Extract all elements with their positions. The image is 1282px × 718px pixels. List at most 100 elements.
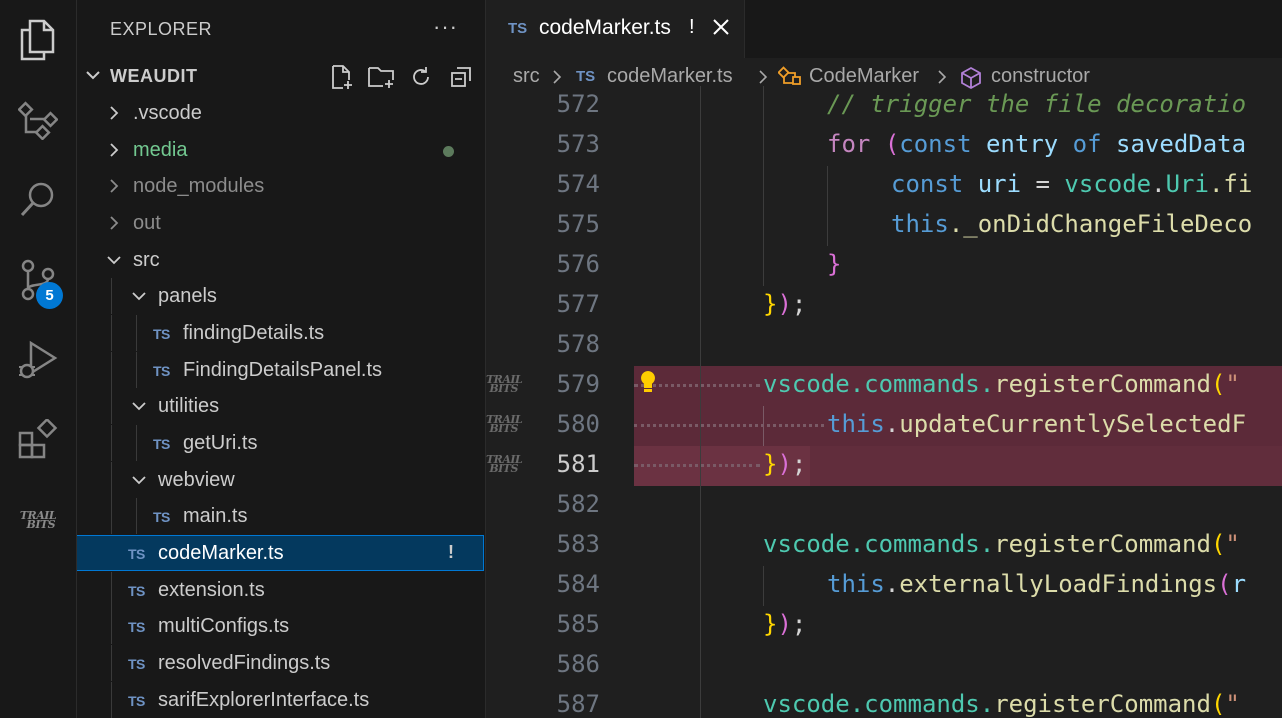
indent-guide bbox=[136, 315, 137, 351]
token: r bbox=[1231, 570, 1247, 598]
code-line-577: }); bbox=[763, 290, 806, 318]
tree-item-label: panels bbox=[158, 285, 217, 307]
tree-item-main[interactable]: TS main.ts bbox=[77, 498, 485, 534]
tree-item-vscode[interactable]: .vscode bbox=[77, 95, 485, 131]
tree-item-label: multiConfigs.ts bbox=[158, 615, 290, 637]
tree-item-utilities[interactable]: utilities bbox=[77, 388, 485, 424]
tree-item-panels[interactable]: panels bbox=[77, 278, 485, 314]
tab-codemarker[interactable]: TS codeMarker.ts ! bbox=[486, 0, 745, 58]
method-icon bbox=[961, 66, 981, 90]
token: ; bbox=[791, 450, 807, 478]
tree-item-src[interactable]: src bbox=[77, 242, 485, 278]
token: = bbox=[1035, 170, 1050, 198]
tree-item-webview[interactable]: webview bbox=[77, 462, 485, 498]
indent-guide bbox=[111, 645, 112, 681]
tree-item-media[interactable]: media bbox=[77, 132, 485, 168]
tree-item-extension[interactable]: TS extension.ts bbox=[77, 572, 485, 608]
line-number: 572 bbox=[556, 90, 600, 118]
token: .commands. bbox=[849, 690, 995, 718]
line-number: 585 bbox=[556, 610, 600, 638]
indent-guide bbox=[827, 166, 828, 246]
new-file-icon[interactable] bbox=[327, 63, 355, 91]
workspace-root[interactable]: WEAUDIT bbox=[77, 58, 485, 95]
indent-guide bbox=[136, 425, 137, 461]
tree-item-label: sarifExplorerInterface.ts bbox=[158, 689, 370, 711]
code-line-583: vscode.commands.registerCommand(" bbox=[763, 530, 1240, 558]
tree-item-findingdetails[interactable]: TS findingDetails.ts bbox=[77, 315, 485, 351]
tree-icon[interactable] bbox=[0, 90, 76, 150]
search-icon[interactable] bbox=[0, 170, 76, 230]
code-line-575: this._onDidChangeFileDeco bbox=[891, 210, 1252, 238]
chevron-right-icon bbox=[759, 70, 768, 84]
tree-item-findingdetailspanel[interactable]: TS FindingDetailsPanel.ts bbox=[77, 352, 485, 388]
chevron-right-icon bbox=[110, 179, 119, 193]
token: vscode bbox=[763, 370, 850, 398]
token: for bbox=[827, 130, 871, 158]
more-actions-icon[interactable]: ··· bbox=[433, 14, 458, 40]
tree-item-out[interactable]: out bbox=[77, 205, 485, 241]
new-folder-icon[interactable] bbox=[367, 63, 395, 91]
indent-guide bbox=[136, 498, 137, 534]
trailofbits-gutter-icon: TRAIL BITS bbox=[486, 413, 523, 435]
tree-item-label: utilities bbox=[158, 395, 220, 417]
typescript-file-icon: TS bbox=[153, 363, 170, 379]
token: " bbox=[1225, 530, 1240, 558]
token: entry bbox=[985, 130, 1059, 158]
typescript-file-icon: TS bbox=[576, 68, 596, 85]
breadcrumb-member[interactable]: constructor bbox=[991, 65, 1090, 88]
token: registerCommand bbox=[994, 370, 1211, 398]
extensions-icon[interactable] bbox=[0, 410, 76, 470]
token: . bbox=[884, 570, 900, 598]
code-area[interactable]: TRAIL BITS TRAIL BITS TRAIL BITS 572 573… bbox=[486, 86, 1282, 718]
tab-bar: TS codeMarker.ts ! bbox=[486, 0, 1282, 59]
breadcrumb-file[interactable]: codeMarker.ts bbox=[607, 65, 733, 88]
indent-guide bbox=[111, 682, 112, 718]
tree-item-multiconfigs[interactable]: TS multiConfigs.ts bbox=[77, 608, 485, 644]
tree-item-label: extension.ts bbox=[158, 579, 265, 601]
tree-item-label: getUri.ts bbox=[183, 432, 258, 454]
tree-item-label: FindingDetailsPanel.ts bbox=[183, 359, 382, 381]
indent-guide bbox=[763, 86, 764, 286]
token: vscode bbox=[763, 690, 850, 718]
typescript-file-icon: TS bbox=[128, 546, 145, 562]
token: Uri bbox=[1165, 170, 1209, 198]
breadcrumb-class[interactable]: CodeMarker bbox=[809, 65, 919, 88]
token: savedData bbox=[1116, 130, 1247, 158]
tree-item-resolvedfindings[interactable]: TS resolvedFindings.ts bbox=[77, 645, 485, 681]
typescript-file-icon: TS bbox=[153, 326, 170, 342]
chevron-down-icon bbox=[107, 256, 121, 265]
whitespace-markers bbox=[634, 424, 824, 430]
tree-item-label: out bbox=[133, 212, 161, 234]
explorer-title: EXPLORER bbox=[110, 19, 213, 39]
code-line-572: // trigger the file decoratio bbox=[827, 90, 1246, 118]
tree-item-sarifexplorerinterface[interactable]: TS sarifExplorerInterface.ts bbox=[77, 682, 485, 718]
line-number: 578 bbox=[556, 330, 600, 358]
tab-label: codeMarker.ts bbox=[539, 16, 671, 39]
line-number: 575 bbox=[556, 210, 600, 238]
tree-item-label: resolvedFindings.ts bbox=[158, 652, 331, 674]
close-icon[interactable] bbox=[710, 16, 732, 38]
token: ) bbox=[777, 610, 792, 638]
lightbulb-icon[interactable] bbox=[638, 369, 658, 395]
run-debug-icon[interactable] bbox=[0, 330, 76, 390]
line-number-current: 581 bbox=[556, 450, 600, 478]
tree-item-node-modules[interactable]: node_modules bbox=[77, 168, 485, 204]
code-line-576: } bbox=[827, 250, 841, 278]
typescript-file-icon: TS bbox=[128, 656, 145, 672]
collapse-all-icon[interactable] bbox=[447, 63, 475, 91]
chevron-down-icon bbox=[132, 402, 146, 411]
breadcrumb-folder[interactable]: src bbox=[513, 65, 540, 88]
tree-item-geturi[interactable]: TS getUri.ts bbox=[77, 425, 485, 461]
code-line-579: vscode.commands.registerCommand(" bbox=[763, 370, 1240, 398]
chevron-right-icon bbox=[553, 70, 562, 84]
indent-guide bbox=[111, 315, 112, 351]
trailofbits-icon[interactable]: TRAIL BITS bbox=[0, 490, 76, 550]
refresh-icon[interactable] bbox=[407, 63, 435, 91]
tree-item-label: media bbox=[133, 139, 188, 161]
token: const bbox=[891, 170, 964, 198]
indent-guide bbox=[136, 352, 137, 388]
explorer-icon[interactable] bbox=[0, 10, 76, 70]
token: " bbox=[1225, 690, 1240, 718]
indent-guide bbox=[111, 425, 112, 461]
tree-item-codemarker[interactable]: TS codeMarker.ts ! bbox=[77, 535, 484, 571]
